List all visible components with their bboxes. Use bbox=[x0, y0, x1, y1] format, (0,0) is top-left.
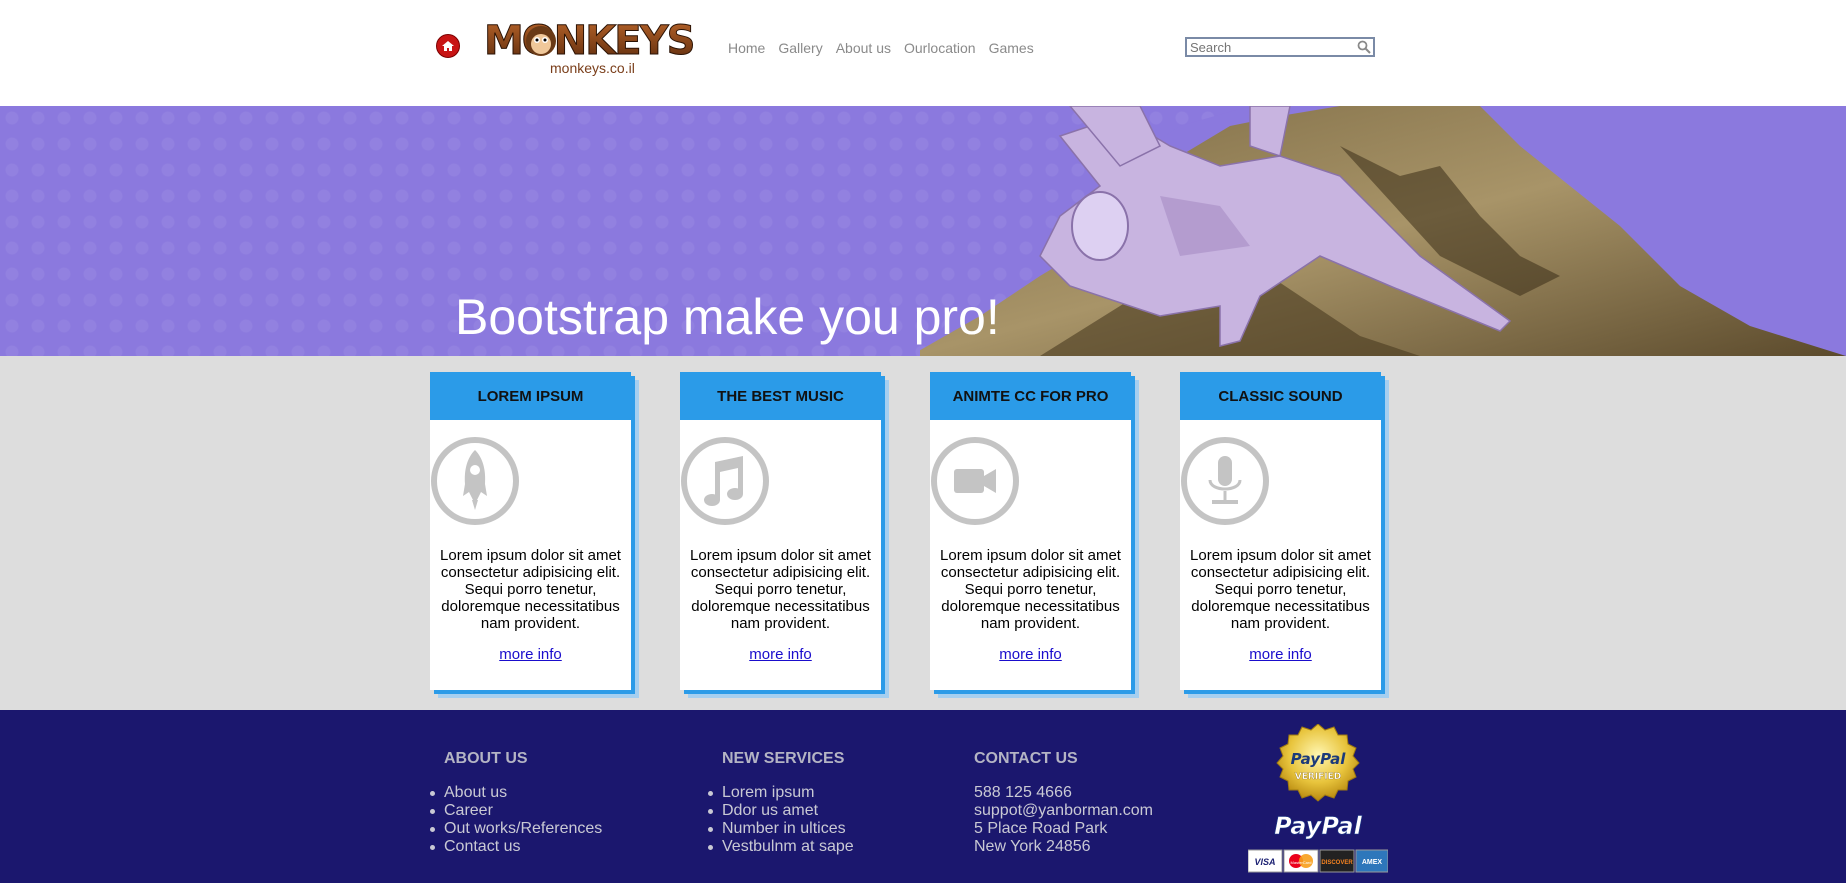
footer-services: NEW SERVICES Lorem ipsum Ddor us amet Nu… bbox=[708, 750, 854, 856]
contact-email[interactable]: suppot@yanborman.com bbox=[974, 802, 1153, 820]
footer-about-title: ABOUT US bbox=[444, 750, 528, 767]
footer-link[interactable]: Contact us bbox=[429, 838, 602, 856]
paypal-verified-text: VERIFIED bbox=[1295, 772, 1342, 782]
main-nav: Home Gallery About us Ourlocation Games bbox=[728, 40, 1034, 56]
logo-wordmark: MONKEYS bbox=[484, 18, 696, 63]
features-section: LOREM IPSUM Lorem ipsum dolor sit amet c… bbox=[0, 356, 1846, 710]
more-info-link[interactable]: more info bbox=[680, 646, 881, 663]
hero-title: Bootstrap make you pro! bbox=[455, 289, 1000, 345]
search-box bbox=[1185, 37, 1375, 57]
paypal-wordmark: PayPal bbox=[1274, 812, 1362, 840]
video-camera-icon bbox=[931, 437, 1019, 525]
nav-about-us[interactable]: About us bbox=[836, 40, 891, 56]
paypal-seal-text: PayPal bbox=[1291, 750, 1347, 768]
rocket-icon bbox=[431, 437, 519, 525]
card-text: Lorem ipsum dolor sit amet consectetur a… bbox=[940, 547, 1121, 632]
hero-banner: Bootstrap make you pro! bbox=[0, 106, 1846, 356]
card-title: ANIMTE CC FOR PRO bbox=[930, 372, 1131, 420]
footer-link[interactable]: Out works/References bbox=[429, 820, 602, 838]
site-footer: ABOUT US About us Career Out works/Refer… bbox=[0, 710, 1846, 883]
nav-home[interactable]: Home bbox=[728, 40, 765, 56]
card-title: CLASSIC SOUND bbox=[1180, 372, 1381, 420]
contact-address: 5 Place Road Park bbox=[974, 820, 1108, 837]
footer-link[interactable]: Vestbulnm at sape bbox=[708, 838, 854, 856]
footer-about-list: About us Career Out works/References Con… bbox=[429, 784, 602, 856]
footer-services-list: Lorem ipsum Ddor us amet Number in ultic… bbox=[708, 784, 854, 856]
mastercard-label: MasterCard bbox=[1291, 860, 1312, 865]
visa-card-label: VISA bbox=[1254, 857, 1275, 867]
paypal-seal: PayPal VERIFIED bbox=[1276, 724, 1360, 802]
footer-link[interactable]: Career bbox=[429, 802, 602, 820]
music-note-icon bbox=[681, 437, 769, 525]
footer-link[interactable]: Number in ultices bbox=[708, 820, 854, 838]
search-icon[interactable] bbox=[1357, 40, 1371, 54]
card-title: THE BEST MUSIC bbox=[680, 372, 881, 420]
footer-services-title: NEW SERVICES bbox=[722, 750, 845, 767]
footer-about: ABOUT US About us Career Out works/Refer… bbox=[429, 750, 602, 856]
feature-card: LOREM IPSUM Lorem ipsum dolor sit amet c… bbox=[430, 372, 631, 690]
microphone-icon bbox=[1181, 437, 1269, 525]
feature-card: THE BEST MUSIC Lorem ipsum dolor sit ame… bbox=[680, 372, 881, 690]
hero-jet-image bbox=[920, 106, 1846, 356]
footer-contact: CONTACT US 588 125 4666 suppot@yanborman… bbox=[974, 750, 1153, 856]
contact-city: New York 24856 bbox=[974, 838, 1091, 855]
footer-contact-title: CONTACT US bbox=[974, 750, 1078, 767]
nav-games[interactable]: Games bbox=[989, 40, 1034, 56]
footer-contact-list: 588 125 4666 suppot@yanborman.com 5 Plac… bbox=[974, 784, 1153, 856]
home-glyph bbox=[442, 41, 454, 51]
logo-subtitle: monkeys.co.il bbox=[550, 60, 635, 76]
logo-title: MONKEYS bbox=[484, 18, 693, 62]
card-text: Lorem ipsum dolor sit amet consectetur a… bbox=[1190, 547, 1371, 632]
footer-link[interactable]: Ddor us amet bbox=[708, 802, 854, 820]
footer-link[interactable]: About us bbox=[429, 784, 602, 802]
more-info-link[interactable]: more info bbox=[930, 646, 1131, 663]
search-input[interactable] bbox=[1187, 39, 1350, 56]
footer-link[interactable]: Lorem ipsum bbox=[708, 784, 854, 802]
nav-gallery[interactable]: Gallery bbox=[778, 40, 822, 56]
nav-ourlocation[interactable]: Ourlocation bbox=[904, 40, 976, 56]
feature-card: ANIMTE CC FOR PRO Lorem ipsum dolor sit … bbox=[930, 372, 1131, 690]
discover-card-label: DISCOVER bbox=[1321, 860, 1353, 866]
home-icon[interactable] bbox=[436, 34, 460, 58]
site-header: MONKEYS monkeys.co.il Home Gallery About… bbox=[0, 0, 1846, 106]
amex-card-label: AMEX bbox=[1362, 859, 1383, 866]
payment-cards: VISA MasterCard DISCOVER AMEX bbox=[1248, 849, 1388, 873]
card-text: Lorem ipsum dolor sit amet consectetur a… bbox=[690, 547, 871, 632]
card-title: LOREM IPSUM bbox=[430, 372, 631, 420]
card-text: Lorem ipsum dolor sit amet consectetur a… bbox=[440, 547, 621, 632]
logo[interactable]: MONKEYS monkeys.co.il bbox=[484, 14, 700, 80]
more-info-link[interactable]: more info bbox=[430, 646, 631, 663]
more-info-link[interactable]: more info bbox=[1180, 646, 1381, 663]
contact-phone: 588 125 4666 bbox=[974, 784, 1072, 801]
feature-card: CLASSIC SOUND Lorem ipsum dolor sit amet… bbox=[1180, 372, 1381, 690]
paypal-verified-badge[interactable]: PayPal VERIFIED PayPal VISA MasterCard D… bbox=[1248, 724, 1388, 883]
